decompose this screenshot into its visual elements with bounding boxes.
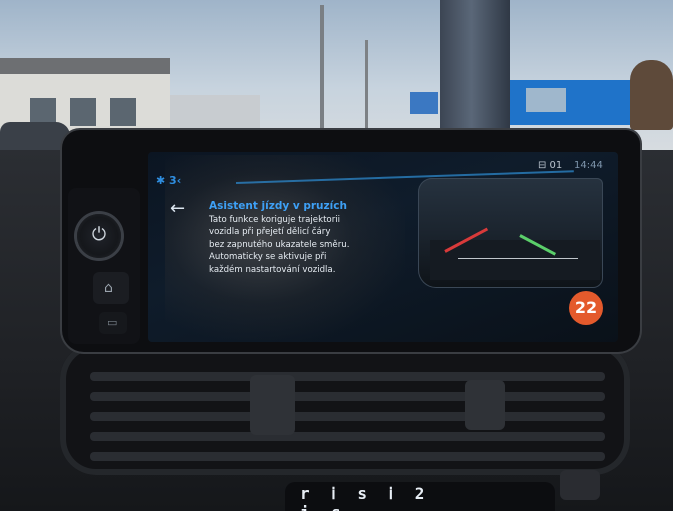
description-line: Tato funkce koriguje trajektorii	[209, 215, 341, 225]
building-mid	[170, 95, 260, 135]
vent-slat	[90, 452, 605, 461]
status-icons: ⊟ 01	[538, 160, 563, 171]
tree	[630, 60, 673, 130]
description-line: každém nastartování vozidla.	[209, 264, 336, 275]
vent-slat	[90, 372, 605, 381]
clock: 14:44	[574, 160, 603, 171]
panel-title: Asistent jízdy v pruzích	[209, 200, 347, 212]
counter-badge: 22	[569, 291, 603, 325]
building-window	[110, 98, 136, 126]
street-pole	[320, 5, 324, 135]
power-icon: ⏻	[91, 224, 107, 245]
description-line: vozidla při přejetí dělicí čáry	[209, 227, 331, 238]
vent-slat	[90, 432, 605, 441]
vent-control-left[interactable]	[250, 375, 295, 435]
car-icon: ▭	[107, 316, 118, 329]
lane-line	[458, 258, 578, 259]
description-line: Automaticky se aktivuje při	[209, 252, 327, 263]
street-sign	[410, 92, 438, 114]
building-window	[526, 88, 566, 112]
arrow-left-icon[interactable]: ←	[170, 199, 185, 219]
building-window	[70, 98, 96, 126]
description-line: bez zapnutého ukazatele směru.	[209, 239, 350, 250]
dash-button[interactable]	[560, 470, 600, 500]
home-icon: ⌂	[104, 280, 113, 296]
vent-slat	[90, 412, 605, 421]
car-interior-photo: r ⅰ s ⅰ 2 i.s ⏻ ⌂ ▭ ✱ 3‹ ⊟ 01 14:44 ← As…	[0, 0, 673, 511]
windshield-pillar	[440, 0, 510, 140]
vent-control-right[interactable]	[465, 380, 505, 430]
bluetooth-status: ✱ 3‹	[156, 174, 182, 187]
instrument-cluster-text: r ⅰ s ⅰ 2 i.s	[300, 484, 431, 511]
blue-building	[508, 80, 630, 125]
street-pole	[365, 40, 368, 135]
vent-slat	[90, 392, 605, 401]
panel-description: Tato funkce koriguje trajektorii vozidla…	[209, 214, 369, 276]
building-roof	[0, 58, 170, 74]
